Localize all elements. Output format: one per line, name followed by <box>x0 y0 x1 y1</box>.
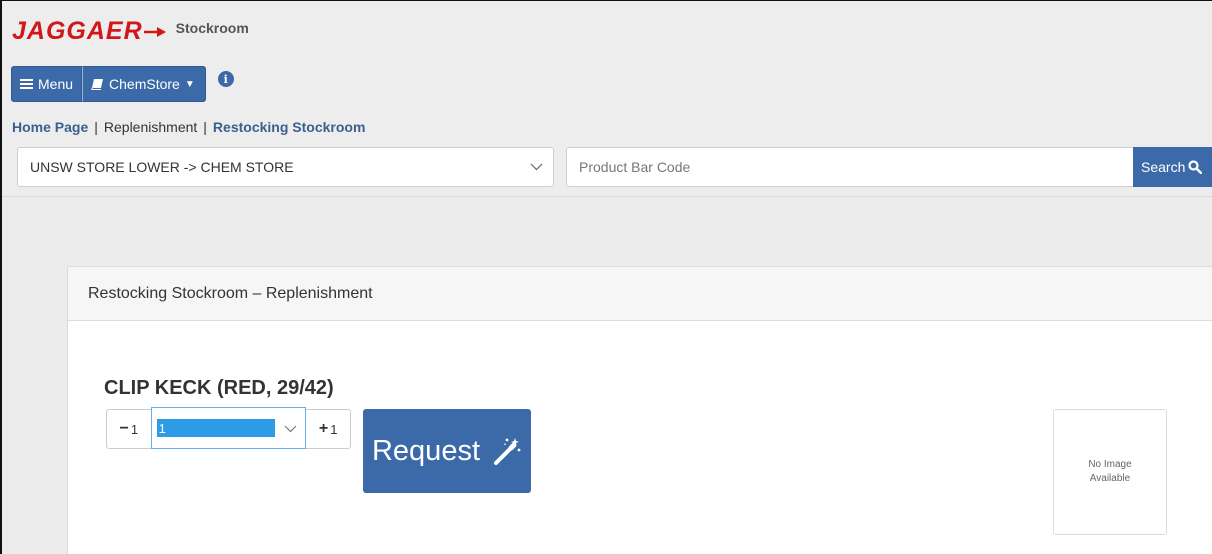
plus-icon: + <box>318 420 329 437</box>
magic-wand-icon <box>494 438 521 465</box>
request-button[interactable]: Request <box>363 409 531 493</box>
panel-heading: Restocking Stockroom – Replenishment <box>68 267 1212 321</box>
jaggaer-logo[interactable]: JAGGAER <box>12 17 166 45</box>
header: JAGGAER Stockroom Menu ChemStore ▼ i Hom… <box>0 0 1212 197</box>
search-button[interactable]: Search <box>1133 147 1212 187</box>
info-circle-icon[interactable]: i <box>217 71 234 87</box>
quantity-select[interactable]: 1 <box>150 407 307 449</box>
search-icon <box>1188 160 1203 174</box>
product-title: CLIP KECK (RED, 29/42) <box>104 377 334 399</box>
breadcrumb-replenishment: Replenishment <box>103 119 198 135</box>
breadcrumb-home[interactable]: Home Page <box>12 119 88 135</box>
store-select[interactable]: UNSW STORE LOWER -> CHEM STORE <box>17 147 554 187</box>
product-barcode-input[interactable] <box>566 147 1133 187</box>
product-image-placeholder: No Image Available <box>1053 409 1167 535</box>
breadcrumb-separator: | <box>94 119 98 135</box>
no-image-line2: Available <box>1089 473 1131 484</box>
quantity-stepper: −1 1 +1 <box>106 407 351 449</box>
logo-text: JAGGAER <box>12 17 143 45</box>
menu-label: Menu <box>38 76 74 92</box>
window-border-top <box>0 0 1212 1</box>
window-border-left <box>0 0 2 554</box>
breadcrumb: Home Page | Replenishment | Restocking Stock… <box>12 119 365 135</box>
search-label: Search <box>1141 159 1186 175</box>
chevron-down-icon <box>284 425 297 433</box>
request-label: Request <box>371 434 480 467</box>
quantity-select-value: 1 <box>156 419 275 437</box>
no-image-line1: No Image <box>1088 459 1132 470</box>
chemstore-label: ChemStore <box>109 76 180 92</box>
decrement-button[interactable]: −1 <box>107 410 151 448</box>
decrement-label: 1 <box>130 421 139 437</box>
book-icon <box>91 79 104 90</box>
increment-label: 1 <box>330 421 338 437</box>
app-name: Stockroom <box>175 20 249 36</box>
breadcrumb-separator: | <box>203 119 207 135</box>
replenishment-panel: Restocking Stockroom – Replenishment CLI… <box>67 266 1212 554</box>
minus-icon: − <box>119 420 129 437</box>
chevron-down-icon <box>530 163 543 171</box>
chemstore-dropdown-button[interactable]: ChemStore ▼ <box>82 66 206 102</box>
breadcrumb-current: Restocking Stockroom <box>212 119 366 135</box>
top-nav: Menu ChemStore ▼ i <box>11 66 234 102</box>
caret-down-icon: ▼ <box>184 78 195 90</box>
logo-arrow-icon <box>143 27 166 37</box>
increment-button[interactable]: +1 <box>306 410 350 448</box>
menu-button[interactable]: Menu <box>11 66 83 102</box>
hamburger-icon <box>20 79 33 89</box>
store-select-value: UNSW STORE LOWER -> CHEM STORE <box>30 159 294 175</box>
brand: JAGGAER Stockroom <box>12 17 249 45</box>
